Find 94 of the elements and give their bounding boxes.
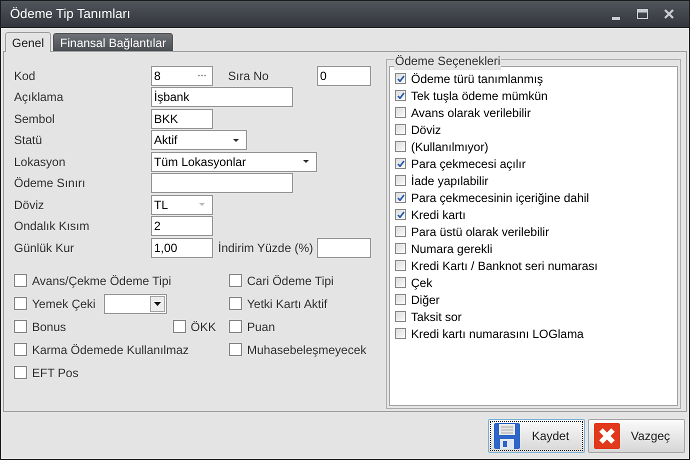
field-label: Açıklama xyxy=(14,89,64,106)
checkbox-label: Para üstü olarak verilebilir xyxy=(411,224,550,240)
checkbox[interactable] xyxy=(395,107,406,118)
checkbox[interactable] xyxy=(395,158,406,169)
field-label: Statü xyxy=(14,132,44,150)
checkbox-label: Diğer xyxy=(411,292,440,308)
checkbox[interactable] xyxy=(14,320,27,333)
checkbox[interactable] xyxy=(395,311,406,322)
input-field[interactable]: 1,00 xyxy=(151,238,213,258)
checkbox-label: EFT Pos xyxy=(32,364,78,382)
field-label: Lokasyon xyxy=(14,154,66,171)
input-field[interactable] xyxy=(317,238,371,258)
checkbox-label: Puan xyxy=(247,318,276,336)
checkbox[interactable] xyxy=(14,343,27,356)
checkbox-label: Bonus xyxy=(32,318,66,336)
checkbox-label: Döviz xyxy=(411,122,442,138)
field-label: Döviz xyxy=(14,196,46,214)
dropdown-field[interactable]: TL xyxy=(151,194,213,215)
checkbox-label: Cari Ödeme Tipi xyxy=(247,272,334,290)
checkbox-label: Avans olarak verilebilir xyxy=(411,104,531,122)
check-icon xyxy=(396,211,404,218)
checkbox-label: Kredi kartı xyxy=(411,206,466,224)
cancel-button[interactable]: Vazgeç xyxy=(588,419,685,453)
checkbox-label: Tek tuşla ödeme mümkün xyxy=(411,88,548,104)
checkbox-label: (Kullanılmıyor) xyxy=(411,138,488,156)
check-icon xyxy=(396,160,404,167)
checkbox[interactable] xyxy=(229,297,242,310)
checkbox-label: Kredi kartı numarasını LOGlama xyxy=(411,326,584,342)
check-icon xyxy=(396,92,404,99)
dropdown-field[interactable]: Aktif xyxy=(151,130,247,150)
tab[interactable]: Finansal Bağlantılar xyxy=(53,33,174,51)
checkbox[interactable] xyxy=(395,209,406,220)
checkbox-label: ÖKK xyxy=(190,318,216,336)
checkbox[interactable] xyxy=(14,366,27,379)
checkbox-label: Para çekmecesi açılır xyxy=(411,156,526,172)
field-label: İndirim Yüzde (%) xyxy=(218,240,314,257)
input-field[interactable]: 2 xyxy=(151,216,213,236)
ellipsis-icon xyxy=(198,74,206,78)
caret-icon xyxy=(303,160,309,164)
checkbox-label: Muhasebeleşmeyecek xyxy=(247,342,366,358)
checkbox-label: Para çekmecesinin içeriğine dahil xyxy=(411,190,590,206)
input-field[interactable]: 0 xyxy=(317,66,371,86)
checkbox-label: Taksit sor xyxy=(411,308,462,326)
maximize-button[interactable] xyxy=(637,9,648,19)
checkbox[interactable] xyxy=(229,274,242,287)
checkbox[interactable] xyxy=(395,328,406,339)
checkbox[interactable] xyxy=(395,192,406,203)
dropdown-field[interactable] xyxy=(104,294,167,314)
checkbox[interactable] xyxy=(395,124,406,135)
checkbox[interactable] xyxy=(172,320,186,333)
cross-icon xyxy=(593,422,621,450)
check-icon xyxy=(396,194,404,201)
checkbox-label: İade yapılabilir xyxy=(411,172,488,190)
checkbox-label: Kredi Kartı / Banknot seri numarası xyxy=(411,258,598,274)
field-label: Günlük Kur xyxy=(14,240,76,257)
checkbox-label: Avans/Çekme Ödeme Tipi xyxy=(32,272,172,290)
checkbox[interactable] xyxy=(395,277,406,288)
input-field[interactable]: İşbank xyxy=(151,87,293,108)
window-title: Ödeme Tip Tanımları xyxy=(10,5,130,24)
checkbox[interactable] xyxy=(395,175,406,186)
checkbox[interactable] xyxy=(14,274,27,287)
tab[interactable]: Genel xyxy=(5,32,52,52)
checkbox[interactable] xyxy=(229,320,242,333)
field-label: Sembol xyxy=(14,110,56,128)
checkbox[interactable] xyxy=(395,260,406,271)
field-label: Kod xyxy=(14,68,36,85)
close-button[interactable] xyxy=(664,9,674,19)
input-field[interactable]: 8 xyxy=(151,66,213,86)
caret-icon xyxy=(233,138,239,142)
checkbox[interactable] xyxy=(395,294,406,305)
checkbox-label: Yetki Kartı Aktif xyxy=(247,296,328,312)
input-field[interactable] xyxy=(151,173,293,194)
checkbox[interactable] xyxy=(395,141,406,152)
caret-icon xyxy=(154,302,161,306)
field-label: Ödeme Sınırı xyxy=(14,175,86,192)
group-title: Ödeme Seçenekleri xyxy=(394,52,502,70)
caret-icon xyxy=(199,203,205,206)
field-label: Sıra No xyxy=(227,68,270,85)
checkbox-label: Ödeme türü tanımlanmış xyxy=(411,70,544,88)
dropdown-field[interactable]: Tüm Lokasyonlar xyxy=(151,152,317,172)
checkbox[interactable] xyxy=(395,243,406,254)
checkbox[interactable] xyxy=(395,73,406,84)
field-label: Ondalık Kısım xyxy=(14,218,90,236)
checkbox[interactable] xyxy=(229,343,242,356)
checkbox-label: Çek xyxy=(411,274,432,292)
checkbox-label: Karma Ödemede Kullanılmaz xyxy=(32,342,189,358)
input-field[interactable]: BKK xyxy=(151,108,213,129)
save-button[interactable]: Kaydet xyxy=(488,419,585,453)
checkbox-label: Numara gerekli xyxy=(411,240,492,258)
checkbox[interactable] xyxy=(395,90,406,101)
checkbox[interactable] xyxy=(14,297,27,310)
checkbox[interactable] xyxy=(395,226,406,237)
check-icon xyxy=(396,75,404,82)
checkbox-label: Yemek Çeki xyxy=(32,296,96,312)
